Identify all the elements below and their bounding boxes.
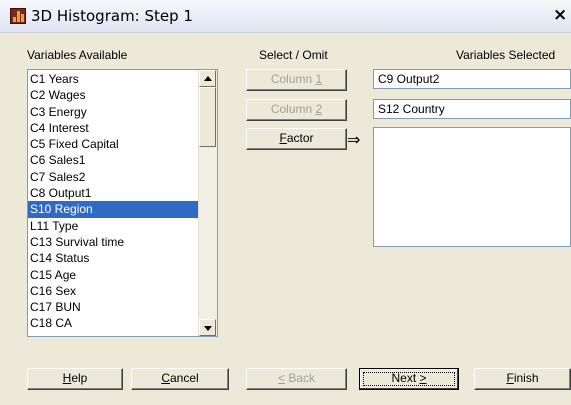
scroll-thumb[interactable] <box>199 87 216 147</box>
column-2-button[interactable]: Column 2 <box>246 99 347 121</box>
variables-available-label: Variables Available <box>27 48 128 62</box>
variables-available-list[interactable]: C1 Years C2 Wages C3 Energy C4 Interest C5 F… <box>27 69 218 337</box>
focus-ring <box>363 372 455 386</box>
list-item[interactable]: C14 Status <box>28 250 198 266</box>
list-item[interactable]: L11 Type <box>28 218 198 234</box>
list-item[interactable]: C2 Wages <box>28 87 198 103</box>
select-omit-label: Select / Omit <box>259 48 328 62</box>
arrow-down-icon <box>204 326 212 331</box>
factor-button[interactable]: Factor <box>246 128 347 150</box>
column-2-field[interactable]: S12 Country <box>373 99 571 119</box>
list-item[interactable]: C1 Years <box>28 71 198 87</box>
window-title: 3D Histogram: Step 1 <box>31 7 193 25</box>
next-button[interactable]: Next > <box>359 368 459 390</box>
column-1-field[interactable]: C9 Output2 <box>373 69 571 89</box>
list-item[interactable]: C3 Energy <box>28 104 198 120</box>
list-item[interactable]: S10 Region <box>28 201 198 218</box>
finish-button[interactable]: Finish <box>474 368 571 390</box>
help-button[interactable]: Help <box>27 368 123 390</box>
list-item[interactable]: C16 Sex <box>28 283 198 299</box>
back-button[interactable]: < Back <box>246 368 347 390</box>
list-scrollbar[interactable] <box>198 70 217 336</box>
list-item[interactable]: C15 Age <box>28 267 198 283</box>
list-item[interactable]: C7 Sales2 <box>28 169 198 185</box>
variables-selected-label: Variables Selected <box>456 48 556 62</box>
list-item[interactable]: C6 Sales1 <box>28 152 198 168</box>
list-item[interactable]: C17 BUN <box>28 299 198 315</box>
title-bar: 3D Histogram: Step 1 × <box>0 0 571 33</box>
list-item[interactable]: C4 Interest <box>28 120 198 136</box>
list-item[interactable]: C18 CA <box>28 315 198 331</box>
scroll-up-button[interactable] <box>199 70 216 87</box>
list-item[interactable]: C5 Fixed Capital <box>28 136 198 152</box>
factor-field[interactable] <box>373 127 571 247</box>
close-icon[interactable]: × <box>553 5 567 25</box>
list-item[interactable]: C13 Survival time <box>28 234 198 250</box>
arrow-up-icon <box>204 76 212 81</box>
histogram-app-icon <box>10 8 26 24</box>
right-arrow-icon: ⇒ <box>347 130 361 149</box>
column-1-button[interactable]: Column 1 <box>246 69 347 91</box>
scroll-down-button[interactable] <box>199 319 216 336</box>
variables-list-items: C1 Years C2 Wages C3 Energy C4 Interest C5 F… <box>28 71 198 332</box>
list-item[interactable]: C8 Output1 <box>28 185 198 201</box>
cancel-button[interactable]: Cancel <box>131 368 229 390</box>
